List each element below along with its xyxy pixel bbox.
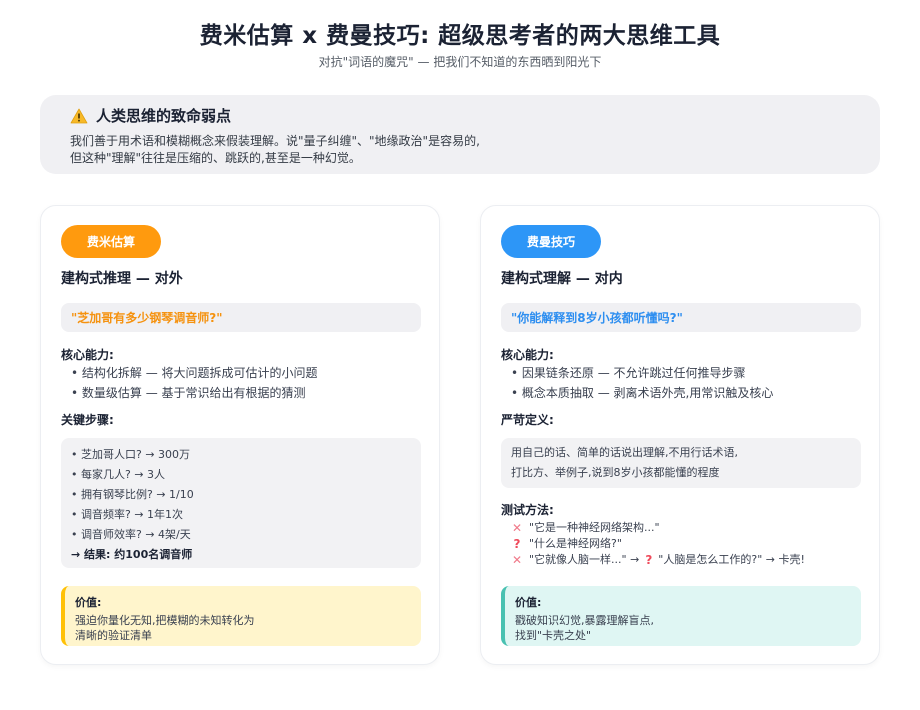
feynman-value-line-1: 戳破知识幻觉,暴露理解盲点,: [515, 614, 654, 627]
feynman-core-label: 核心能力:: [501, 348, 554, 362]
feynman-test-list: ✕ "它是一种神经网络架构..." ? "什么是神经网络?" ✕ "它就像人脑一…: [511, 520, 805, 568]
list-item: 概念本质抽取 — 剥离术语外壳,用常识触及核心: [511, 383, 773, 403]
feynman-def-label: 严苛定义:: [501, 413, 554, 427]
fermi-core-list: 结构化拆解 — 将大问题拆成可估计的小问题 数量级估算 — 基于常识给出有根据的…: [71, 363, 318, 403]
page-subtitle: 对抗"词语的魔咒" — 把我们不知道的东西晒到阳光下: [318, 55, 602, 69]
feynman-value-line-2: 找到"卡壳之处": [515, 629, 592, 642]
warning-panel: 人类思维的致命弱点 我们善于用术语和模糊概念来假装理解。说"量子纠缠"、"地缘政…: [40, 95, 880, 174]
step-item: 芝加哥人口? → 300万: [71, 445, 421, 465]
test-text: "什么是神经网络?": [529, 537, 622, 550]
feynman-value-title: 价值:: [515, 596, 542, 609]
warning-line-2: 但这种"理解"往往是压缩的、跳跃的,甚至是一种幻觉。: [70, 151, 361, 165]
step-item: 调音频率? → 1年1次: [71, 505, 421, 525]
fermi-tag: 费米估算: [61, 225, 161, 258]
test-row: ? "什么是神经网络?": [511, 536, 805, 552]
question-icon: ?: [513, 537, 521, 551]
fermi-value-line-1: 强迫你量化无知,把模糊的未知转化为: [75, 614, 255, 627]
fermi-steps-box: 芝加哥人口? → 300万 每家几人? → 3人 拥有钢琴比例? → 1/10 …: [61, 438, 421, 568]
fermi-value-text: 强迫你量化无知,把模糊的未知转化为 清晰的验证清单: [75, 613, 421, 643]
warning-icon: [70, 108, 88, 123]
fermi-value-line-2: 清晰的验证清单: [75, 629, 152, 642]
feynman-def-line-2: 打比方、举例子,说到8岁小孩都能懂的程度: [511, 466, 720, 479]
feynman-def-line-1: 用自己的话、简单的话说出理解,不用行话术语,: [511, 446, 738, 459]
fermi-steps-label: 关键步骤:: [61, 413, 114, 427]
fermi-core-label: 核心能力:: [61, 348, 114, 362]
fermi-quote: "芝加哥有多少钢琴调音师?": [61, 303, 421, 332]
fermi-steps-list: 芝加哥人口? → 300万 每家几人? → 3人 拥有钢琴比例? → 1/10 …: [71, 445, 421, 545]
feynman-test-label: 测试方法:: [501, 503, 554, 517]
list-item: 因果链条还原 — 不允许跳过任何推导步骤: [511, 363, 773, 383]
feynman-card: 费曼技巧 建构式理解 — 对内 "你能解释到8岁小孩都听懂吗?" 核心能力: 因…: [480, 205, 880, 665]
feynman-quote: "你能解释到8岁小孩都听懂吗?": [501, 303, 861, 332]
cross-icon: ✕: [511, 521, 523, 535]
fermi-result: → 结果: 约100名调音师: [71, 548, 193, 561]
warning-line-1: 我们善于用术语和模糊概念来假装理解。说"量子纠缠"、"地缘政治"是容易的,: [70, 134, 480, 148]
test-text: "人脑是怎么工作的?" → 卡壳!: [658, 553, 805, 566]
fermi-heading: 建构式推理 — 对外: [61, 271, 183, 287]
warning-body: 我们善于用术语和模糊概念来假装理解。说"量子纠缠"、"地缘政治"是容易的, 但这…: [70, 133, 480, 167]
feynman-value-box: 价值: 戳破知识幻觉,暴露理解盲点, 找到"卡壳之处": [501, 586, 861, 646]
page-title: 费米估算 x 费曼技巧: 超级思考者的两大思维工具: [199, 23, 721, 49]
fermi-value-box: 价值: 强迫你量化无知,把模糊的未知转化为 清晰的验证清单: [61, 586, 421, 646]
feynman-tag: 费曼技巧: [501, 225, 601, 258]
list-item: 结构化拆解 — 将大问题拆成可估计的小问题: [71, 363, 318, 383]
fermi-value-title: 价值:: [75, 596, 102, 609]
list-item: 数量级估算 — 基于常识给出有根据的猜测: [71, 383, 318, 403]
feynman-value-text: 戳破知识幻觉,暴露理解盲点, 找到"卡壳之处": [515, 613, 861, 643]
test-row: ✕ "它是一种神经网络架构...": [511, 520, 805, 536]
feynman-core-list: 因果链条还原 — 不允许跳过任何推导步骤 概念本质抽取 — 剥离术语外壳,用常识…: [511, 363, 773, 403]
test-text: "它就像人脑一样..." →: [529, 553, 640, 566]
cross-icon: ✕: [511, 553, 523, 567]
test-text: "它是一种神经网络架构...": [529, 521, 660, 534]
feynman-def-box: 用自己的话、简单的话说出理解,不用行话术语, 打比方、举例子,说到8岁小孩都能懂…: [501, 438, 861, 488]
test-row: ✕ "它就像人脑一样..." → ? "人脑是怎么工作的?" → 卡壳!: [511, 552, 805, 568]
step-item: 调音师效率? → 4架/天: [71, 525, 421, 545]
warning-title: 人类思维的致命弱点: [96, 107, 232, 125]
warning-header: 人类思维的致命弱点: [70, 105, 231, 126]
step-item: 每家几人? → 3人: [71, 465, 421, 485]
question-icon: ?: [645, 553, 653, 567]
feynman-heading: 建构式理解 — 对内: [501, 271, 623, 287]
fermi-card: 费米估算 建构式推理 — 对外 "芝加哥有多少钢琴调音师?" 核心能力: 结构化…: [40, 205, 440, 665]
step-item: 拥有钢琴比例? → 1/10: [71, 485, 421, 505]
